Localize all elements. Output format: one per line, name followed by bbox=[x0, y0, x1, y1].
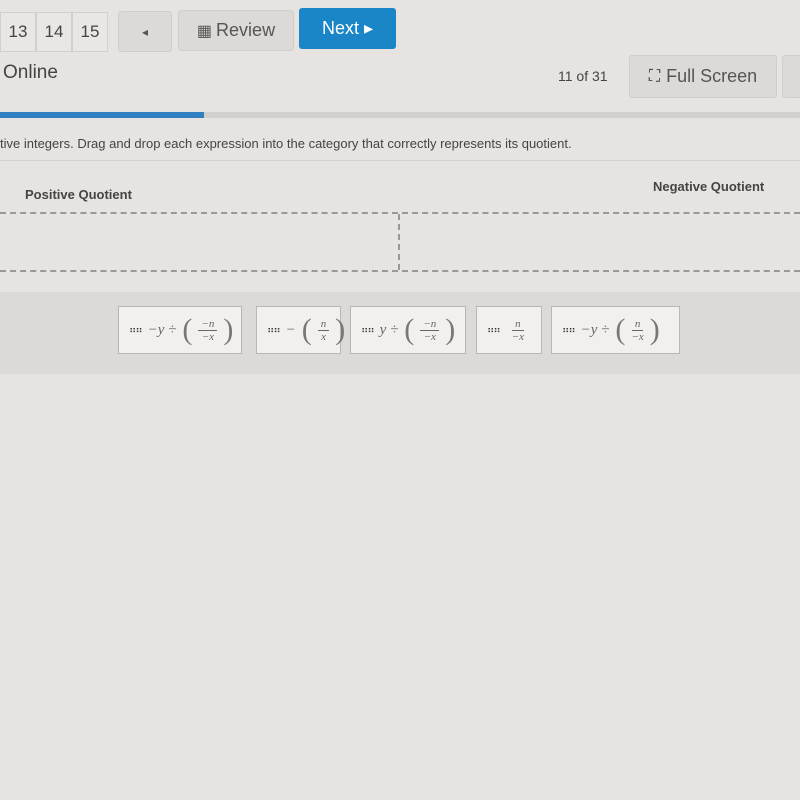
numerator: −n bbox=[420, 318, 440, 331]
numerator: n bbox=[512, 318, 524, 331]
drag-handle-icon: ⠶⠶ bbox=[361, 324, 375, 336]
positive-quotient-dropzone[interactable] bbox=[0, 214, 397, 270]
numerator: n bbox=[631, 318, 644, 331]
label: 14 bbox=[44, 22, 64, 41]
category-negative-label: Negative Quotient bbox=[653, 179, 765, 194]
expression-tile[interactable]: ⠶⠶ y ÷(−n −x) bbox=[350, 306, 466, 354]
expression-tile[interactable]: ⠶⠶ −y ÷(n −x) bbox=[551, 306, 680, 354]
question-15-button[interactable]: 15 bbox=[72, 12, 108, 52]
expression-prefix: −y ÷ bbox=[147, 321, 177, 338]
negative-quotient-dropzone[interactable] bbox=[400, 214, 800, 270]
review-label: Review bbox=[216, 20, 276, 40]
expression-prefix: y ÷ bbox=[379, 321, 399, 338]
drag-handle-icon: ⠶⠶ bbox=[129, 324, 143, 336]
label: 15 bbox=[80, 22, 100, 41]
label: 13 bbox=[8, 22, 28, 41]
expression-tile[interactable]: ⠶⠶ −(n x) bbox=[256, 306, 345, 354]
expression-prefix: − bbox=[285, 321, 296, 338]
denominator: x bbox=[321, 330, 326, 343]
fraction: n −x bbox=[512, 318, 524, 343]
drag-handle-icon: ⠶⠶ bbox=[267, 324, 281, 336]
previous-button[interactable]: ◂ bbox=[118, 11, 172, 52]
question-14-button[interactable]: 14 bbox=[36, 12, 72, 52]
numerator: −n bbox=[198, 318, 218, 331]
denominator: −x bbox=[201, 330, 215, 343]
fraction: nx bbox=[317, 318, 330, 343]
expression-tile[interactable]: ⠶⠶ n −x bbox=[476, 306, 542, 354]
next-button[interactable]: Next ▸ bbox=[299, 8, 396, 49]
progress-fill bbox=[0, 112, 205, 118]
fraction: n −x bbox=[631, 318, 643, 343]
instructions: tive integers. Drag and drop each expres… bbox=[0, 136, 572, 151]
drag-handle-icon: ⠶⠶ bbox=[487, 324, 501, 336]
question-counter: 11 of 31 bbox=[558, 68, 608, 84]
more-button[interactable] bbox=[782, 55, 800, 98]
category-positive-label: Positive Quotient bbox=[25, 187, 132, 202]
full-screen-button[interactable]: ⛶ Full Screen bbox=[629, 55, 777, 98]
expression-tile[interactable]: ⠶⠶ −y ÷(−n −x) bbox=[118, 306, 242, 354]
fraction: −n −x bbox=[198, 318, 218, 343]
drag-handle-icon: ⠶⠶ bbox=[562, 324, 576, 336]
expand-icon: ⛶ bbox=[648, 67, 661, 85]
fraction: −n −x bbox=[420, 318, 440, 343]
denominator: −x bbox=[423, 330, 436, 343]
question-13-button[interactable]: 13 bbox=[0, 12, 36, 52]
full-screen-label: Full Screen bbox=[666, 66, 758, 86]
denominator: −x bbox=[511, 330, 524, 343]
expression-prefix: −y ÷ bbox=[580, 321, 610, 338]
page-title: Online bbox=[3, 62, 58, 83]
calendar-icon: ▦ bbox=[196, 22, 213, 40]
progress-bar bbox=[0, 112, 800, 118]
numerator: n bbox=[317, 318, 330, 331]
denominator: −x bbox=[631, 330, 644, 343]
review-button[interactable]: ▦ Review bbox=[178, 10, 294, 51]
